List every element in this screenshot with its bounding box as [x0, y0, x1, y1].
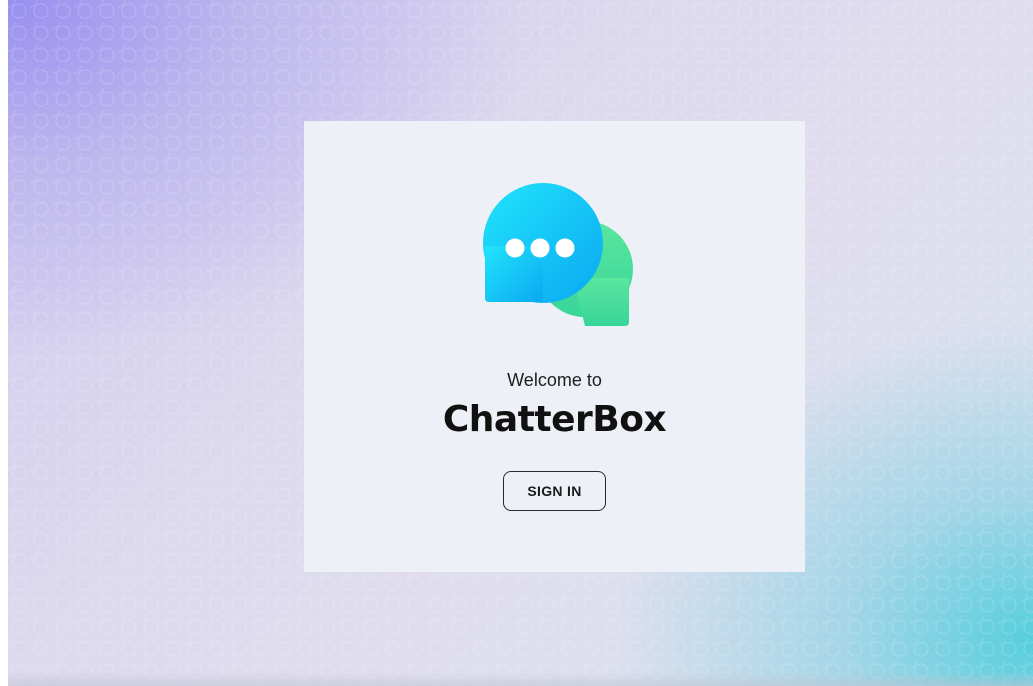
bottom-edge-shade: [8, 672, 1033, 686]
sign-in-button[interactable]: SIGN IN: [503, 471, 606, 511]
welcome-text: Welcome to: [507, 370, 602, 390]
welcome-card: Welcome to ChatterBox SIGN IN: [304, 121, 805, 572]
typing-dots: [505, 238, 575, 258]
app-background: Welcome to ChatterBox SIGN IN: [8, 0, 1033, 686]
chat-bubbles-icon: [483, 183, 633, 326]
app-title: ChatterBox: [442, 399, 667, 440]
